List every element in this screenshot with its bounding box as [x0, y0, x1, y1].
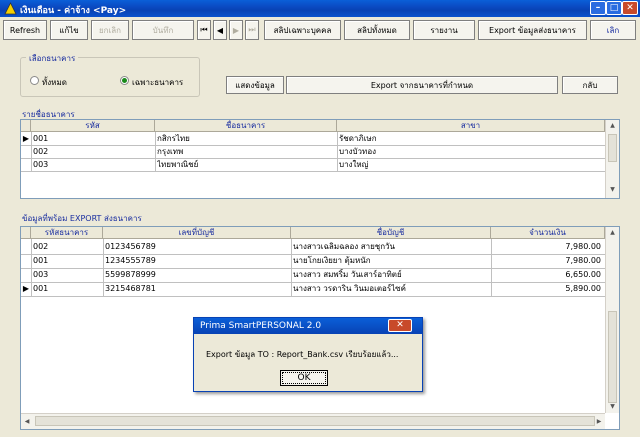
minimize-button[interactable]: – [590, 1, 606, 15]
bank-branch-header: สาขา [337, 120, 605, 132]
export-bank-button[interactable]: Export ข้อมูลส่งธนาคาร [478, 20, 587, 40]
grid-line [103, 239, 104, 297]
report-button[interactable]: รายงาน [413, 20, 475, 40]
bank-code-cell[interactable]: 003 [33, 159, 153, 171]
current-row-arrow-icon: ▶ [22, 134, 30, 143]
bank-list-grid[interactable]: รหัส ชื่อธนาคาร สาขา ▶ 001 กสิกรไทย รัชด… [20, 119, 620, 199]
scroll-up-icon[interactable]: ▲ [606, 229, 619, 236]
bank-name-cell[interactable]: กสิกรไทย [157, 133, 335, 145]
grid-line [491, 239, 492, 297]
export-name-cell[interactable]: นางสาวเฉลิมฉลอง สายชุกวัน [293, 241, 489, 253]
bank-branch-cell[interactable]: บางบัวทอง [339, 146, 603, 158]
previous-record-icon[interactable]: ◀ [213, 20, 227, 40]
export-amount-header: จำนวนเงิน [491, 227, 605, 239]
edit-button[interactable]: แก้ไข [50, 20, 88, 40]
close-window-button[interactable]: ✕ [622, 1, 638, 15]
row-selector-header [21, 120, 31, 132]
grid-line [21, 254, 605, 255]
export-account-cell[interactable]: 5599878999 [105, 269, 289, 281]
export-name-cell[interactable]: นายโกยเงิยยา ตุ้มหนัก [293, 255, 489, 267]
bank-grid-vertical-scrollbar[interactable]: ▲ ▼ [605, 120, 619, 198]
export-bank-cell[interactable]: 003 [33, 269, 101, 281]
bank-code-cell[interactable]: 001 [33, 133, 153, 145]
scroll-thumb[interactable] [608, 134, 617, 162]
grid-line [21, 145, 605, 146]
radio-selected-bank[interactable] [120, 76, 129, 85]
export-account-cell[interactable]: 1234555789 [105, 255, 289, 267]
grid-line [31, 132, 32, 172]
export-label: ข้อมูลที่พร้อม EXPORT ส่งธนาคาร [22, 214, 142, 223]
export-name-header: ชื่อบัญชี [291, 227, 491, 239]
row-selector-header [21, 227, 31, 239]
export-account-cell[interactable]: 0123456789 [105, 241, 289, 253]
grid-line [21, 296, 605, 297]
ok-button[interactable]: OK [280, 370, 328, 386]
export-name-cell[interactable]: นางสาว วรดาริน วินมอเตอร์ไซค์ [293, 283, 489, 295]
scroll-down-icon[interactable]: ▼ [606, 186, 619, 193]
export-grid-horizontal-scrollbar[interactable]: ◀ ▶ [21, 413, 605, 429]
dialog-title-bar[interactable]: Prima SmartPERSONAL 2.0 ✕ [194, 318, 422, 334]
export-bank-cell[interactable]: 001 [33, 255, 101, 267]
export-bank-cell[interactable]: 002 [33, 241, 101, 253]
bank-code-cell[interactable]: 002 [33, 146, 153, 158]
scroll-up-icon[interactable]: ▲ [606, 122, 619, 129]
grid-line [21, 268, 605, 269]
export-bank-cell[interactable]: 001 [33, 283, 101, 295]
bank-name-cell[interactable]: กรุงเทพ [157, 146, 335, 158]
scroll-left-icon[interactable]: ◀ [21, 418, 33, 425]
cancel-button[interactable]: ยกเลิก [91, 20, 129, 40]
grid-line [155, 132, 156, 172]
maximize-button[interactable]: □ [606, 1, 622, 15]
bank-name-header: ชื่อธนาคาร [155, 120, 337, 132]
grid-line [21, 282, 605, 283]
scroll-thumb[interactable] [35, 416, 595, 426]
export-bank-code-header: รหัสธนาคาร [31, 227, 103, 239]
bank-branch-cell[interactable]: รัชดาภิเษก [339, 133, 603, 145]
radio-all-label: ทั้งหมด [42, 78, 67, 87]
bank-code-header: รหัส [31, 120, 155, 132]
window-title: เงินเดือน - ค่าจ้าง <Pay> [20, 6, 127, 16]
export-account-header: เลขที่บัญชี [103, 227, 291, 239]
save-button[interactable]: บันทึก [132, 20, 194, 40]
slip-all-button[interactable]: สลิปทั้งหมด [344, 20, 410, 40]
bank-branch-cell[interactable]: บางใหญ่ [339, 159, 603, 171]
bank-select-title: เลือกธนาคาร [26, 52, 79, 65]
dialog-message: Export ข้อมูล TO : Report_Bank.csv เรียบ… [206, 350, 399, 359]
grid-line [291, 239, 292, 297]
back-button[interactable]: กลับ [562, 76, 618, 94]
grid-line [21, 171, 605, 172]
export-grid-vertical-scrollbar[interactable]: ▲ ▼ [605, 227, 619, 413]
window-title-bar[interactable]: เงินเดือน - ค่าจ้าง <Pay> – □ ✕ [0, 0, 640, 17]
grid-line [337, 132, 338, 172]
radio-all-banks[interactable] [30, 76, 39, 85]
bank-name-cell[interactable]: ไทยพาณิชย์ [157, 159, 335, 171]
dialog-title: Prima SmartPERSONAL 2.0 [200, 321, 322, 331]
first-record-icon[interactable]: ⏮ [197, 20, 211, 40]
scroll-thumb[interactable] [608, 311, 617, 403]
export-amount-cell[interactable]: 7,980.00 [493, 241, 601, 253]
grid-line [31, 239, 32, 297]
export-amount-cell[interactable]: 5,890.00 [493, 283, 601, 295]
toolbar: Refresh แก้ไข ยกเลิก บันทึก ⏮ ◀ ▶ ⏭ สลิป… [0, 18, 640, 42]
export-name-cell[interactable]: นางสาว สมพริ้ม วันเสาร์อาทิตย์ [293, 269, 489, 281]
last-record-icon[interactable]: ⏭ [245, 20, 259, 40]
app-icon [4, 2, 17, 15]
current-row-arrow-icon: ▶ [22, 284, 30, 293]
grid-line [21, 158, 605, 159]
scroll-right-icon[interactable]: ▶ [593, 418, 605, 425]
slip-person-button[interactable]: สลิปเฉพาะบุคคล [264, 20, 341, 40]
export-amount-cell[interactable]: 7,980.00 [493, 255, 601, 267]
show-data-button[interactable]: แสดงข้อมูล [226, 76, 284, 94]
scroll-down-icon[interactable]: ▼ [606, 403, 619, 410]
export-amount-cell[interactable]: 6,650.00 [493, 269, 601, 281]
refresh-button[interactable]: Refresh [3, 20, 47, 40]
dialog-close-button[interactable]: ✕ [388, 319, 412, 332]
export-complete-dialog: Prima SmartPERSONAL 2.0 ✕ Export ข้อมูล … [193, 317, 423, 392]
export-account-cell[interactable]: 3215468781 [105, 283, 289, 295]
exit-button[interactable]: เลิก [590, 20, 636, 40]
next-record-icon[interactable]: ▶ [229, 20, 243, 40]
export-to-bank-button[interactable]: Export จากธนาคารที่กำหนด [286, 76, 558, 94]
radio-selected-label: เฉพาะธนาคาร [132, 78, 184, 87]
